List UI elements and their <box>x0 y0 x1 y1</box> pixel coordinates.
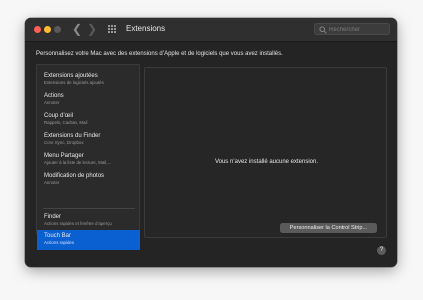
extension-detail-panel: Vous n’avez installé aucune extension. P… <box>144 67 387 238</box>
grid-icon[interactable] <box>108 25 116 33</box>
sidebar-item-subtitle: Actions rapides et fenêtre d’aperçu <box>44 221 112 226</box>
minimize-window-button[interactable] <box>44 26 51 33</box>
chevron-left-icon[interactable]: ❮ <box>72 22 82 36</box>
sidebar-item-title: Extensions du Finder <box>44 133 101 139</box>
sidebar-item-subtitle: Core Sync, Dropbox <box>44 140 84 145</box>
page-description: Personnalisez votre Mac avec des extensi… <box>36 51 283 57</box>
search-input[interactable] <box>329 24 387 35</box>
sidebar-item-subtitle: Rappels, Cadran, Mail <box>44 120 88 125</box>
search-icon <box>319 25 327 34</box>
sidebar-item-subtitle: Annoter <box>44 100 60 105</box>
extensions-window: ❮ ❯ Extensions Personnalisez votre Mac a… <box>25 18 397 267</box>
sidebar-item-modification-de-photos[interactable]: Modification de photos Annoter <box>37 170 140 188</box>
help-button[interactable]: ? <box>377 246 386 255</box>
title-bar: ❮ ❯ Extensions <box>25 18 397 42</box>
sidebar-item-subtitle: Ajouter à la liste de lecture, Mail,... <box>44 160 112 165</box>
sidebar-item-menu-partager[interactable]: Menu Partager Ajouter à la liste de lect… <box>37 150 140 168</box>
sidebar-item-subtitle: Extensions de logiciels ajoutés <box>44 80 104 85</box>
sidebar-divider <box>43 208 135 209</box>
sidebar-item-title: Menu Partager <box>44 153 84 159</box>
sidebar-item-title: Actions <box>44 93 64 99</box>
sidebar-item-extensions-ajoutees[interactable]: Extensions ajoutées Extensions de logici… <box>37 70 140 88</box>
window-title: Extensions <box>126 24 166 33</box>
empty-state-message: Vous n’avez installé aucune extension. <box>214 159 319 165</box>
sidebar-item-title: Modification de photos <box>44 173 105 179</box>
sidebar-item-subtitle: Actions rapides <box>44 240 75 245</box>
sidebar-item-coup-doeil[interactable]: Coup d’œil Rappels, Cadran, Mail <box>37 110 140 128</box>
sidebar-item-title: Touch Bar <box>44 233 72 239</box>
sidebar-item-title: Coup d’œil <box>44 113 74 119</box>
sidebar-item-subtitle: Annoter <box>44 180 60 185</box>
sidebar-item-finder[interactable]: Finder Actions rapides et fenêtre d’aper… <box>37 211 140 229</box>
sidebar-item-title: Extensions ajoutées <box>44 73 98 79</box>
sidebar-item-extensions-du-finder[interactable]: Extensions du Finder Core Sync, Dropbox <box>37 130 140 148</box>
sidebar-item-touch-bar[interactable]: Touch Bar Actions rapides <box>37 230 140 250</box>
search-field[interactable] <box>314 23 390 35</box>
extensions-sidebar: Extensions ajoutées Extensions de logici… <box>36 64 140 250</box>
close-window-button[interactable] <box>34 26 41 33</box>
customize-control-strip-button[interactable]: Personnaliser la Control Strip... <box>280 223 377 233</box>
sidebar-item-title: Finder <box>44 214 62 220</box>
sidebar-item-actions[interactable]: Actions Annoter <box>37 90 140 108</box>
zoom-window-button[interactable] <box>54 26 61 33</box>
chevron-right-icon[interactable]: ❯ <box>87 22 97 36</box>
